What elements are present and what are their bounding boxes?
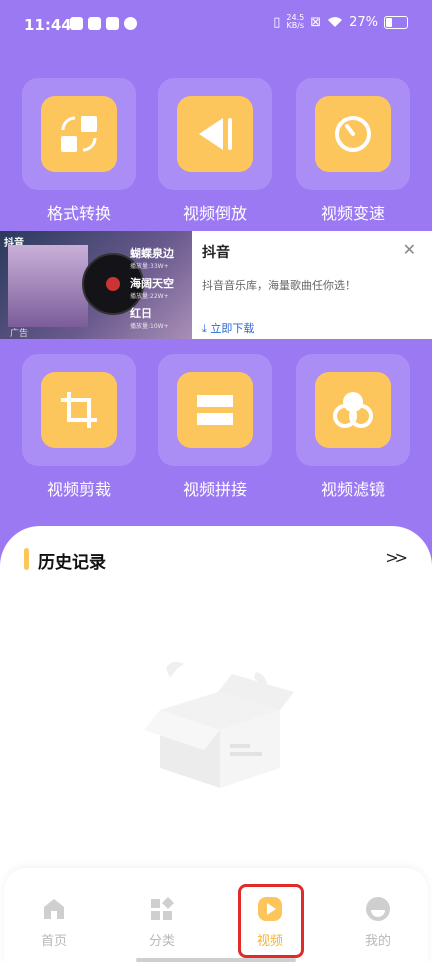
tool-label: 视频倒放 xyxy=(182,204,247,223)
nav-home[interactable]: 首页 xyxy=(24,896,84,949)
selection-highlight xyxy=(238,884,304,958)
tool-label: 格式转换 xyxy=(46,204,111,223)
ad-song: 红日 播放量:10W+ xyxy=(130,307,169,330)
tool-label: 视频拼接 xyxy=(182,480,247,499)
status-right: ▯ 24.5 KB/s ⊠ 27% xyxy=(273,14,408,30)
tool-tile xyxy=(296,354,410,466)
home-icon xyxy=(44,899,64,919)
speed-dial-icon xyxy=(315,96,391,172)
app-icon xyxy=(106,17,119,30)
tool-tile xyxy=(22,78,136,190)
ad-image: 抖音 蝴蝶泉边 播放量:33W+ 海阔天空 播放量:22W+ 红日 播放量:10W+ … xyxy=(0,231,192,339)
crop-icon xyxy=(41,372,117,448)
tool-label: 视频滤镜 xyxy=(320,480,385,499)
ad-description: 抖音音乐库，海量歌曲任你选！ xyxy=(202,279,356,292)
tool-label: 视频剪裁 xyxy=(46,480,111,499)
format-convert-icon xyxy=(41,96,117,172)
profile-icon xyxy=(366,897,390,921)
status-bar: 11:44 ▯ 24.5 KB/s ⊠ 27% xyxy=(0,0,432,52)
tool-format-convert[interactable]: 格式转换 xyxy=(22,78,136,224)
tool-tile xyxy=(22,354,136,466)
history-accent-bar xyxy=(24,548,29,570)
battery-icon xyxy=(384,15,408,29)
check-icon xyxy=(88,17,101,30)
tool-reverse-play[interactable]: 视频倒放 xyxy=(158,78,272,224)
close-icon[interactable]: ✕ xyxy=(403,240,416,259)
tool-filter[interactable]: 视频滤镜 xyxy=(296,354,410,500)
no-sim-icon: ⊠ xyxy=(310,14,322,30)
nav-category[interactable]: 分类 xyxy=(132,896,192,949)
reverse-play-icon xyxy=(177,96,253,172)
net-speed: 24.5 KB/s xyxy=(286,13,305,30)
status-time: 11:44 xyxy=(24,16,72,34)
battery-percent: 27% xyxy=(349,14,378,30)
download-link[interactable]: ⤓ 立即下载 xyxy=(202,320,254,336)
nav-label: 首页 xyxy=(40,934,67,949)
wifi-icon xyxy=(328,17,343,27)
history-title: 历史记录 xyxy=(38,553,106,573)
tool-tile xyxy=(158,78,272,190)
home-indicator[interactable] xyxy=(136,958,296,962)
empty-box-icon xyxy=(144,661,294,788)
notification-icons xyxy=(70,17,137,30)
nav-profile[interactable]: 我的 xyxy=(348,896,408,949)
wechat-icon xyxy=(124,17,137,30)
nav-label: 分类 xyxy=(148,934,175,949)
ad-song: 蝴蝶泉边 播放量:33W+ xyxy=(130,247,174,270)
ad-tag: 广告 xyxy=(10,329,29,339)
category-icon xyxy=(151,897,174,920)
ad-title: 抖音 xyxy=(202,245,230,261)
tool-label: 视频变速 xyxy=(320,204,385,223)
history-more-button[interactable]: >> xyxy=(385,548,408,567)
splice-icon xyxy=(177,372,253,448)
mail-icon xyxy=(70,17,83,30)
tool-speed[interactable]: 视频变速 xyxy=(296,78,410,224)
bottom-nav: 首页 分类 视频 我的 xyxy=(4,868,428,964)
ad-photo xyxy=(8,245,88,327)
tool-splice[interactable]: 视频拼接 xyxy=(158,354,272,500)
filter-icon xyxy=(315,372,391,448)
tool-crop[interactable]: 视频剪裁 xyxy=(22,354,136,500)
nav-label: 我的 xyxy=(364,934,391,949)
ad-song: 海阔天空 播放量:22W+ xyxy=(130,277,174,300)
vibrate-icon: ▯ xyxy=(273,14,281,30)
tool-tile xyxy=(158,354,272,466)
tool-tile xyxy=(296,78,410,190)
